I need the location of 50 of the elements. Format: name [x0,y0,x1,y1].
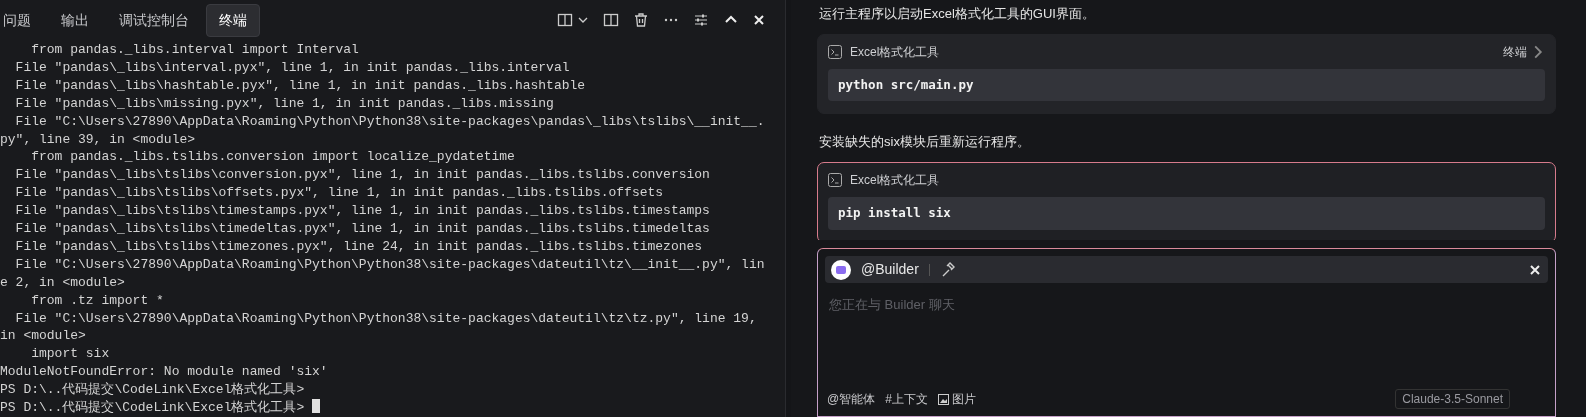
terminal-icon [828,44,842,59]
code-title: Excel格式化工具 [850,171,940,189]
model-selector[interactable]: Claude-3.5-Sonnet [1395,389,1510,409]
composer-tool[interactable]: #上下文 [885,390,928,408]
terminal-line: File "pandas\_libs\hashtable.pyx", line 1, in init pandas._libs.hashtable [14,77,586,93]
terminal-line: py", line 39, in <module> [0,131,196,147]
split-icon[interactable] [603,12,619,29]
code-block: pip install six [828,196,1545,230]
terminal-line: PS D:\..代码提交\CodeLink\Excel格式化工具> [0,382,305,398]
terminal-line: import six [30,346,110,362]
chat-input[interactable]: @Builder 您正在与 Builder 聊天 @智能体 #上下文 图片 Claude-3.5-Sonnet [817,248,1556,417]
settings-icon[interactable] [693,12,709,29]
terminal-line: File "pandas\_libs\interval.pyx", line 1, in init pandas._libs.interval [14,59,570,75]
panel-tab[interactable]: 调试控制台 [106,4,202,37]
close-icon[interactable] [753,14,765,27]
avatar-icon [831,259,851,280]
terminal-line: from .tz import * [30,292,164,308]
panel-tab[interactable]: 输出 [48,4,102,37]
terminal-line: e 2, in <module> [0,274,125,290]
terminal-line: File "C:\Users\27890\AppData\Roaming\Python\Python38\site-packages\pandas\_libs\tslibs\__init__. [14,113,765,129]
terminal-line: PS D:\..代码提交\CodeLink\Excel格式化工具> [0,400,305,416]
terminal-line: File "pandas\_libs\tslibs\timezones.pyx", line 24, in init pandas._libs.tslibs.timezones [14,238,703,254]
terminal-line: File "C:\Users\27890\AppData\Roaming\Python\Python38\site-packages\dateutil\tz\__init__.py", lin [14,256,765,272]
message-text: 运行主程序以启动Excel格式化工具的GUI界面。 [819,5,1096,23]
panel-tab[interactable]: 问题 [0,4,44,37]
close-icon[interactable] [1530,264,1540,275]
cursor-icon [312,399,321,414]
terminal-line: from pandas._libs.tslibs.conversion import localize_pydatetime [30,149,515,165]
terminal-line: ModuleNotFoundError: No module named 'six' [0,364,328,380]
terminal-line: File "pandas\_libs\tslibs\timestamps.pyx", line 1, in init pandas._libs.tslibs.timestamps [14,203,710,219]
code-title: Excel格式化工具 [850,43,940,61]
trash-icon[interactable] [633,12,649,29]
terminal-line: File "pandas\_libs\missing.pyx", line 1, in init pandas._libs.missing [14,95,554,111]
terminal-line: File "pandas\_libs\tslibs\offsets.pyx", line 1, in init pandas._libs.tslibs.offsets [14,185,664,201]
image-icon [937,393,949,405]
code-block: python src/main.py [828,68,1545,102]
panel-tab[interactable]: 终端 [206,4,260,37]
composer-tool[interactable]: 图片 [937,390,976,408]
split-layout-icon[interactable] [557,12,573,29]
message-field[interactable]: 您正在与 Builder 聊天 [825,283,1548,327]
terminal-line: File "C:\Users\27890\AppData\Roaming\Python\Python38\site-packages\dateutil\tz\tz.py", line 19, [14,310,757,326]
terminal-icon [828,172,842,187]
composer-tool[interactable]: @智能体 [827,390,876,408]
terminal-line: from pandas._libs.interval import Interval [30,41,359,57]
terminal-line: File "pandas\_libs\tslibs\conversion.pyx", line 1, in init pandas._libs.tslibs.conversion [14,167,710,183]
terminal-link[interactable]: 终端 [1503,42,1545,61]
terminal-line: in <module> [0,328,86,344]
terminal-line: File "pandas\_libs\tslibs\timedeltas.pyx", line 1, in init pandas._libs.tslibs.timedeltas [14,221,710,237]
mention-label: @Builder [861,260,919,279]
message-text: 安装缺失的six模块后重新运行程序。 [819,133,1031,152]
